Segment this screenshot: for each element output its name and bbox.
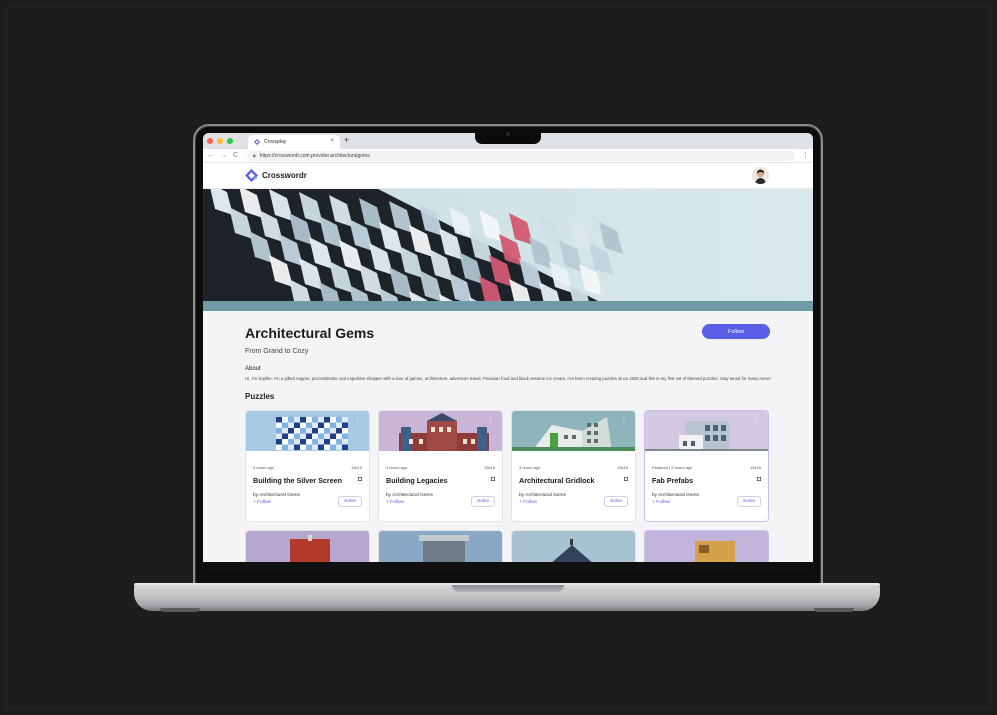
card-menu-icon[interactable]: ⋮ [488,417,494,424]
crosswordr-logo-icon [245,169,258,182]
card-menu-icon[interactable]: ⋮ [355,417,361,424]
window-controls [207,138,233,144]
browser-tab[interactable]: Crossplay × [248,135,340,149]
tab-title: Crossplay [264,139,287,145]
laptop-foot-left [160,608,200,612]
maximize-window-button[interactable] [227,138,233,144]
bookmark-icon[interactable]: ⌑ [624,475,628,485]
close-tab-icon[interactable]: × [330,138,334,144]
puzzle-thumbnail-prefab: ⋮ [645,410,768,451]
solve-button[interactable]: Solve [471,495,495,507]
laptop-screen: Crossplay × + ← → C 🔒︎ https://crossword… [203,133,813,571]
solve-button[interactable]: Solve [737,495,761,507]
camera-icon [506,132,510,136]
reload-button[interactable]: C [233,149,238,163]
new-tab-button[interactable]: + [344,135,349,145]
card-title: Architectural Gridlock [519,475,595,485]
laptop-mockup: Crossplay × + ← → C 🔒︎ https://crossword… [0,0,997,715]
crosswordr-favicon-icon [254,139,260,145]
about-text: Hi, I'm Sophie. I'm a gifted napper, pro… [245,376,771,381]
card-timestamp: Featured | 3 hours ago [652,464,693,470]
card-timestamp: 3 hours ago [253,464,275,470]
hero-banner-image [203,189,813,311]
lock-icon: 🔒︎ [253,153,256,159]
puzzle-grid: ⋮ 3 hours ago 15x15 Building the Silver S… [245,409,771,522]
forward-button[interactable]: → [220,149,227,163]
logo[interactable]: Crosswordr [245,169,307,182]
card-title: Fab Prefabs [652,475,694,485]
card-menu-icon[interactable]: ⋮ [754,417,760,424]
card-size: 15x15 [750,464,761,470]
puzzle-card[interactable]: ⋮ 3 hours ago 15x15 Building Legacies ⌑ by… [378,409,503,522]
browser-menu-button[interactable]: ⋮ [802,151,809,159]
puzzle-thumbnail-tower: ⋮ [512,410,635,451]
browser-toolbar: ← → C 🔒︎ https://crosswordr.com.provider… [203,149,813,163]
card-size: 15x15 [351,464,362,470]
bookmark-icon[interactable]: ⌑ [757,475,761,485]
card-title: Building the Silver Screen [253,475,343,485]
screen-bottom-bezel [203,562,813,571]
puzzles-heading: Puzzles [245,391,275,401]
laptop-foot-right [814,608,854,612]
close-window-button[interactable] [207,138,213,144]
url-text: https://crosswordr.com.provider.architec… [259,153,370,159]
app-header: Crosswordr [203,163,813,189]
card-timestamp: 3 hours ago [386,464,408,470]
card-size: 15x15 [484,464,495,470]
puzzle-thumbnail-checker: ⋮ [246,410,369,451]
user-avatar[interactable] [752,167,769,184]
logo-text: Crosswordr [262,171,307,180]
puzzle-card[interactable]: ⋮ 3 hours ago 15x15 Building the Silver S… [245,409,370,522]
follow-button[interactable]: Follow [702,324,770,339]
page-title: Architectural Gems [245,325,375,341]
solve-button[interactable]: Solve [604,495,628,507]
bookmark-icon[interactable]: ⌑ [358,475,362,485]
card-menu-icon[interactable]: ⋮ [621,417,627,424]
laptop-opening-groove [452,585,564,592]
back-button[interactable]: ← [207,149,214,163]
card-timestamp: 3 hours ago [519,464,541,470]
minimize-window-button[interactable] [217,138,223,144]
card-title: Building Legacies [386,475,448,485]
address-bar[interactable]: 🔒︎ https://crosswordr.com.provider.archi… [247,151,795,161]
puzzle-thumbnail-palace: ⋮ [379,410,502,451]
page-subtitle: From Grand to Cozy [245,348,309,355]
puzzle-card[interactable]: ⋮ 3 hours ago 15x15 Architectural Gridloc… [511,409,636,522]
profile-section: Architectural Gems Follow From Grand to … [203,311,813,570]
solve-button[interactable]: Solve [338,495,362,507]
puzzle-card-featured[interactable]: ⋮ Featured | 3 hours ago 15x15 Fab Prefab… [644,409,769,522]
card-size: 15x15 [617,464,628,470]
about-heading: About [245,366,261,372]
bookmark-icon[interactable]: ⌑ [491,475,495,485]
